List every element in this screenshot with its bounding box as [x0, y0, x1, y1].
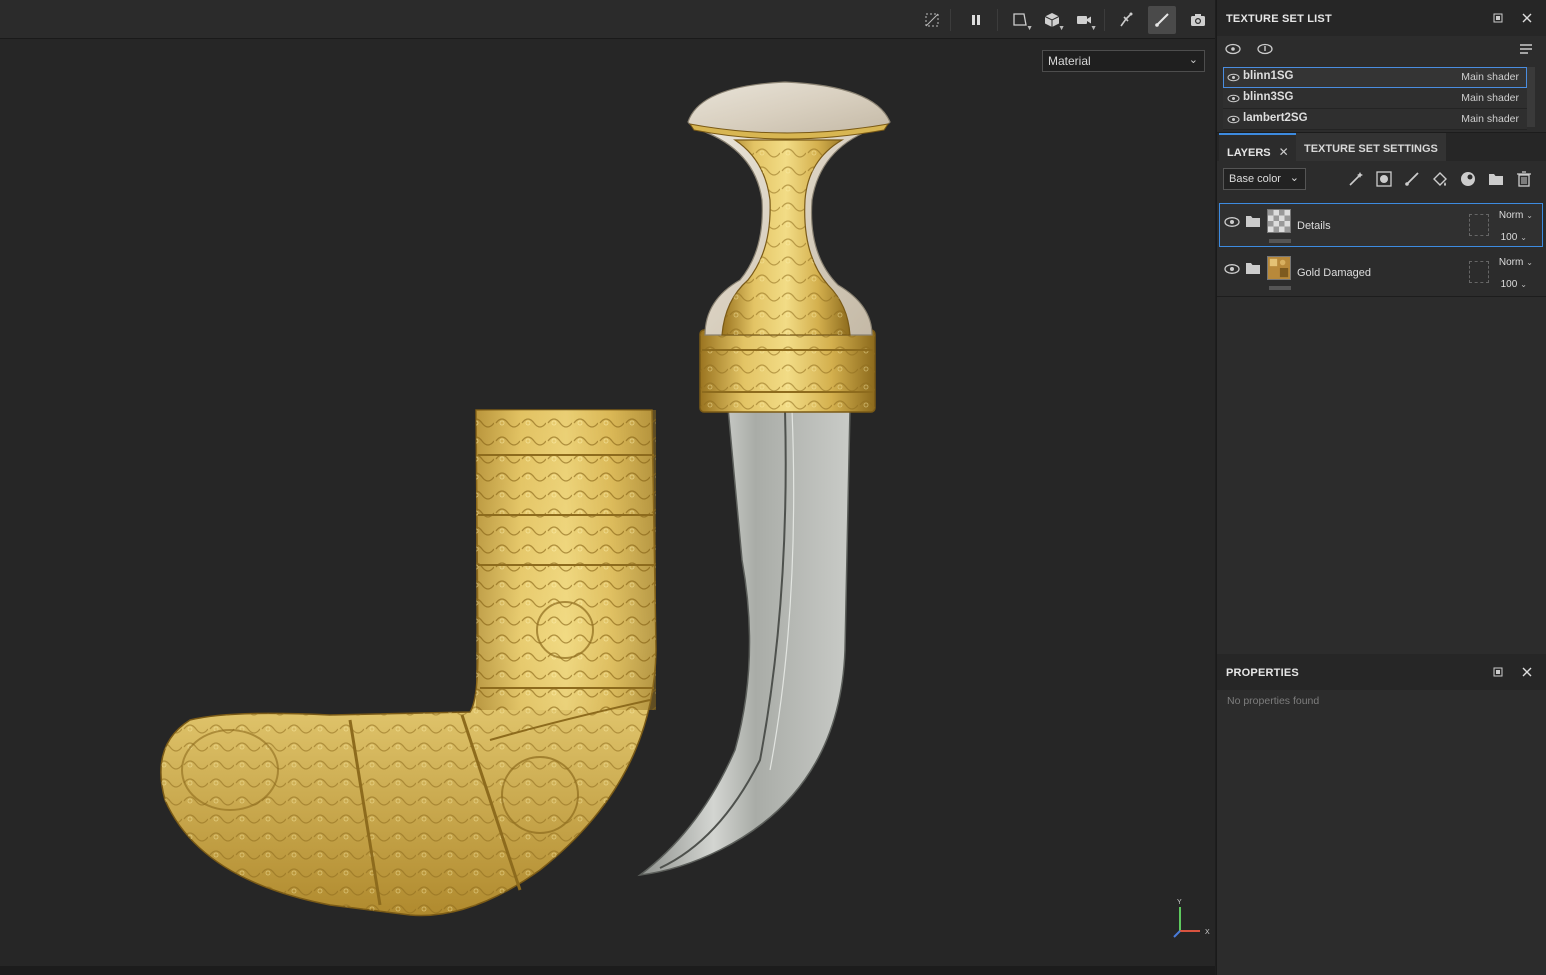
eye-solo-icon[interactable]: [1256, 40, 1274, 58]
cube-icon[interactable]: ▼: [1038, 6, 1066, 34]
eye-refresh-icon[interactable]: [1224, 40, 1242, 58]
chevron-down-icon: ⌄: [1289, 172, 1299, 184]
divider: [1217, 296, 1546, 297]
layers-tab-bar: LAYERS ✕ TEXTURE SET SETTINGS: [1217, 132, 1546, 161]
texture-set-list-header: TEXTURE SET LIST: [1217, 0, 1546, 36]
blend-mode-value: Norm: [1498, 210, 1524, 221]
close-icon[interactable]: ✕: [1279, 145, 1289, 159]
hide-ui-icon[interactable]: [918, 6, 946, 34]
texture-set-name: blinn3SG: [1243, 91, 1294, 103]
brush-icon[interactable]: [1148, 6, 1176, 34]
viewport-toolbar: ▼ ▼ ▼: [0, 0, 1215, 39]
add-folder-icon[interactable]: [1487, 170, 1505, 188]
layer-row[interactable]: Details Norm ⌄ 100 ⌄: [1219, 203, 1543, 247]
eye-icon[interactable]: [1227, 71, 1240, 84]
layer-thumbnail: [1267, 209, 1291, 233]
layers-toolbar: Base color ⌄: [1217, 162, 1546, 196]
blend-mode-value: Norm: [1498, 257, 1524, 268]
add-fill-layer-icon[interactable]: [1431, 170, 1449, 188]
layer-name: Details: [1297, 220, 1331, 232]
chevron-down-icon: ⌄: [1188, 54, 1198, 66]
mask-slot[interactable]: [1469, 261, 1489, 283]
texture-set-shader: Main shader: [1461, 113, 1519, 125]
texture-set-name: blinn1SG: [1243, 70, 1294, 82]
mask-slot[interactable]: [1469, 214, 1489, 236]
opacity-value: 100: [1500, 279, 1518, 290]
layer-row[interactable]: Gold Damaged Norm ⌄ 100 ⌄: [1219, 250, 1543, 294]
screenshot-icon[interactable]: [1184, 6, 1212, 34]
thumbnail-bar: [1269, 239, 1291, 243]
properties-empty-message: No properties found: [1227, 695, 1320, 707]
camera-icon[interactable]: ▼: [1070, 6, 1098, 34]
texture-set-shader: Main shader: [1461, 71, 1519, 83]
eye-icon[interactable]: [1227, 92, 1240, 105]
tab-texture-set-settings[interactable]: TEXTURE SET SETTINGS: [1296, 133, 1446, 161]
close-icon[interactable]: [1520, 665, 1534, 679]
display-mode-select[interactable]: Material ⌄: [1042, 50, 1205, 72]
folder-icon: [1246, 216, 1260, 227]
eye-icon[interactable]: [1223, 215, 1241, 229]
symmetry-icon[interactable]: [1112, 6, 1140, 34]
axis-gizmo: Y X: [1173, 899, 1210, 938]
properties-title: PROPERTIES: [1226, 667, 1299, 679]
texture-set-item[interactable]: blinn3SG Main shader: [1223, 88, 1527, 109]
texture-set-shader: Main shader: [1461, 92, 1519, 104]
channel-select[interactable]: Base color ⌄: [1223, 168, 1306, 190]
add-effect-icon[interactable]: [1347, 170, 1365, 188]
float-panel-icon[interactable]: [1491, 665, 1505, 679]
blend-mode-select[interactable]: Norm ⌄: [1499, 257, 1533, 268]
properties-header: PROPERTIES: [1217, 654, 1546, 690]
eye-icon[interactable]: [1223, 262, 1241, 276]
folder-icon: [1246, 263, 1260, 274]
add-mask-icon[interactable]: [1375, 170, 1393, 188]
texture-set-item[interactable]: lambert2SG Main shader: [1223, 109, 1527, 130]
texture-set-scrollbar[interactable]: [1527, 67, 1535, 127]
opacity-value: 100: [1500, 232, 1518, 243]
float-panel-icon[interactable]: [1491, 11, 1505, 25]
pause-icon[interactable]: [962, 6, 990, 34]
dagger-model: [637, 81, 891, 877]
add-smart-material-icon[interactable]: [1459, 170, 1477, 188]
texture-set-list: blinn1SG Main shader blinn3SG Main shade…: [1223, 67, 1527, 130]
viewport[interactable]: ▼ ▼ ▼ Material ⌄ Y X: [0, 0, 1215, 975]
layer-thumbnail: [1267, 256, 1291, 280]
layer-name: Gold Damaged: [1297, 267, 1371, 279]
add-paint-layer-icon[interactable]: [1403, 170, 1421, 188]
scabbard-model: [160, 409, 657, 917]
3d-scene[interactable]: [0, 0, 1215, 975]
thumbnail-bar: [1269, 286, 1291, 290]
close-icon[interactable]: [1520, 11, 1534, 25]
tab-layers-label: LAYERS: [1227, 147, 1271, 159]
view-mode-icon[interactable]: ▼: [1006, 6, 1034, 34]
opacity-select[interactable]: 100 ⌄: [1501, 232, 1527, 243]
texture-set-tools: [1217, 38, 1546, 62]
viewport-bottom-bar: [0, 966, 1215, 975]
texture-set-name: lambert2SG: [1243, 112, 1308, 124]
axis-y-label: Y: [1177, 899, 1182, 906]
texture-set-list-title: TEXTURE SET LIST: [1226, 13, 1332, 25]
texture-set-item[interactable]: blinn1SG Main shader: [1223, 67, 1527, 88]
tab-texture-set-settings-label: TEXTURE SET SETTINGS: [1304, 143, 1438, 155]
right-panel: TEXTURE SET LIST blinn1SG Main shader bl…: [1216, 0, 1546, 975]
blend-mode-select[interactable]: Norm ⌄: [1499, 210, 1533, 221]
trash-icon[interactable]: [1515, 170, 1533, 188]
opacity-select[interactable]: 100 ⌄: [1501, 279, 1527, 290]
axis-x-label: X: [1205, 929, 1210, 936]
display-mode-value: Material: [1048, 54, 1091, 68]
channel-value: Base color: [1229, 173, 1281, 185]
eye-icon[interactable]: [1227, 113, 1240, 126]
menu-icon[interactable]: [1517, 40, 1535, 58]
tab-layers[interactable]: LAYERS ✕: [1219, 133, 1297, 161]
